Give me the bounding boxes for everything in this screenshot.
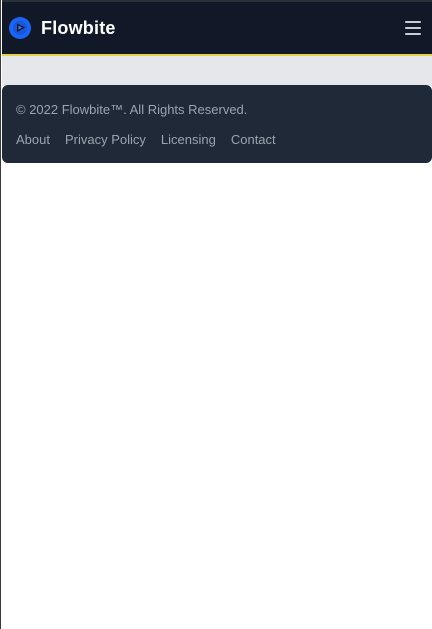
footer-link-contact[interactable]: Contact (231, 132, 276, 147)
footer-link-item: About (16, 131, 50, 149)
footer-links: About Privacy Policy Licensing Contact (16, 131, 432, 149)
flowbite-logo-icon (9, 17, 31, 39)
brand-link[interactable]: Flowbite (9, 17, 116, 39)
footer-link-item: Contact (231, 131, 276, 149)
content-band (2, 56, 432, 86)
footer-link-item: Licensing (161, 131, 216, 149)
footer-link-item: Privacy Policy (65, 131, 146, 149)
footer: © 2022 Flowbite™. All Rights Reserved. A… (2, 85, 432, 163)
copyright-text: © 2022 Flowbite™. All Rights Reserved. (16, 102, 248, 117)
app-window: Flowbite © 2022 Flowbite™. All Rights Re… (0, 0, 432, 629)
footer-link-licensing[interactable]: Licensing (161, 132, 216, 147)
footer-link-privacy-policy[interactable]: Privacy Policy (65, 132, 146, 147)
brand-name: Flowbite (41, 17, 116, 38)
footer-link-about[interactable]: About (16, 132, 50, 147)
navbar: Flowbite (2, 0, 432, 56)
hamburger-menu-icon[interactable] (402, 17, 424, 39)
